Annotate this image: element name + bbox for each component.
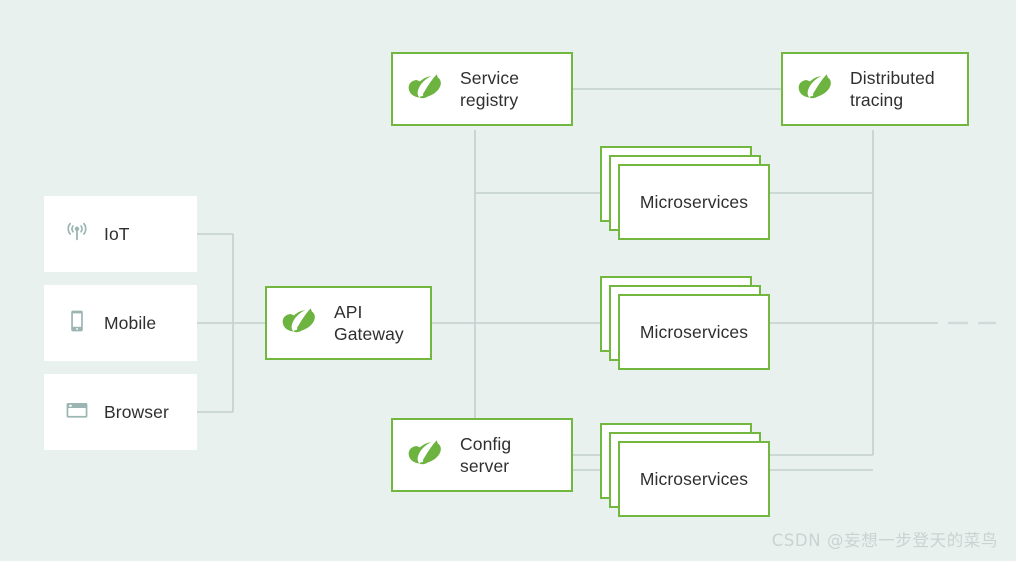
- mobile-phone-icon: [64, 308, 90, 339]
- microservices-label: Microservices: [639, 468, 749, 489]
- spring-boot-logo-icon: [407, 436, 447, 475]
- browser-window-icon: [64, 397, 90, 428]
- client-card-browser[interactable]: Browser: [44, 374, 197, 450]
- node-config-server[interactable]: Config server: [391, 418, 573, 492]
- stack-card-front[interactable]: Microservices: [618, 294, 770, 370]
- watermark-text: CSDN @妄想一步登天的菜鸟: [771, 531, 998, 550]
- microservices-label: Microservices: [639, 191, 749, 212]
- microservices-stack-top[interactable]: Microservices: [600, 146, 772, 242]
- stack-card-front[interactable]: Microservices: [618, 441, 770, 517]
- node-distributed-tracing[interactable]: Distributed tracing: [781, 52, 969, 126]
- microservices-stack-bottom[interactable]: Microservices: [600, 423, 772, 519]
- node-label: API Gateway: [334, 301, 404, 344]
- client-card-iot[interactable]: IoT: [44, 196, 197, 272]
- spring-boot-logo-icon: [407, 70, 447, 109]
- architecture-diagram: IoT Mobile Browser API Gateway Service r…: [0, 0, 1016, 561]
- client-label: IoT: [104, 223, 130, 244]
- client-label: Browser: [104, 401, 169, 422]
- node-label: Distributed tracing: [850, 67, 935, 110]
- antenna-icon: [64, 219, 90, 250]
- microservices-stack-middle[interactable]: Microservices: [600, 276, 772, 372]
- node-api-gateway[interactable]: API Gateway: [265, 286, 432, 360]
- node-service-registry[interactable]: Service registry: [391, 52, 573, 126]
- stack-card-front[interactable]: Microservices: [618, 164, 770, 240]
- spring-boot-logo-icon: [281, 304, 321, 343]
- microservices-label: Microservices: [639, 321, 749, 342]
- client-card-mobile[interactable]: Mobile: [44, 285, 197, 361]
- spring-boot-logo-icon: [797, 70, 837, 109]
- node-label: Config server: [460, 433, 512, 476]
- client-label: Mobile: [104, 312, 157, 333]
- node-label: Service registry: [460, 67, 520, 110]
